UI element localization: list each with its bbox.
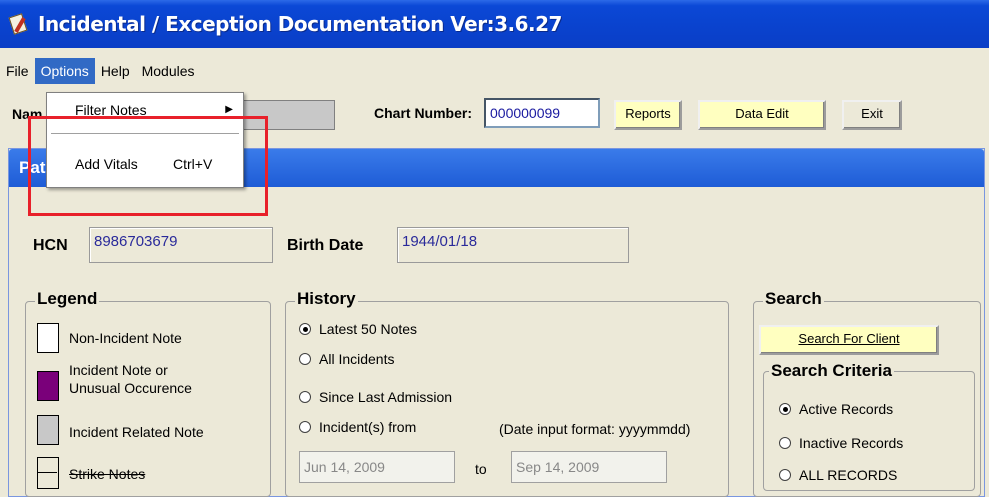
from-date-input[interactable] [299, 451, 455, 483]
radio-icon [779, 437, 791, 449]
filter-notes-label: Filter Notes [75, 102, 147, 118]
options-dropdown-menu: Filter Notes ▶ Add Vitals Ctrl+V [46, 92, 244, 188]
title-bar: Incidental / Exception Documentation Ver… [0, 0, 989, 48]
data-edit-button[interactable]: Data Edit [698, 100, 826, 130]
reports-button[interactable]: Reports [614, 100, 682, 130]
legend-swatch-non-incident [37, 323, 59, 353]
radio-icon [299, 353, 311, 365]
criteria-label: Inactive Records [799, 435, 904, 451]
menu-modules[interactable]: Modules [136, 58, 201, 84]
radio-icon [299, 421, 311, 433]
submenu-arrow-icon: ▶ [225, 104, 233, 115]
history-option-label: Latest 50 Notes [319, 321, 418, 337]
radio-checked-icon [299, 323, 311, 335]
history-option-label: All Incidents [319, 351, 395, 367]
menu-help[interactable]: Help [95, 58, 136, 84]
legend-swatch-incident-related [37, 415, 59, 445]
add-vitals-shortcut: Ctrl+V [173, 156, 213, 172]
notepad-icon [8, 13, 30, 35]
hcn-field[interactable]: 8986703679 [89, 227, 273, 263]
radio-icon [779, 469, 791, 481]
legend-swatch-incident [37, 371, 59, 401]
birth-date-label: Birth Date [287, 237, 364, 254]
menu-options[interactable]: Options [34, 58, 95, 84]
to-date-input[interactable] [511, 451, 667, 483]
legend-label-incident-related: Incident Related Note [69, 424, 204, 440]
criteria-active-records[interactable]: Active Records [779, 401, 893, 417]
search-title: Search [763, 289, 824, 309]
history-option-label: Incident(s) from [319, 419, 417, 435]
menu-item-filter-notes[interactable]: Filter Notes ▶ [47, 97, 243, 123]
birth-date-field[interactable]: 1944/01/18 [397, 227, 629, 263]
history-option-incidents-from[interactable]: Incident(s) from [299, 419, 416, 435]
legend-label-strike: Strike Notes [69, 466, 146, 482]
name-label: Nam [12, 106, 43, 122]
criteria-label: ALL RECORDS [799, 467, 898, 483]
history-title: History [295, 289, 358, 309]
menu-separator [51, 133, 239, 135]
to-label: to [475, 461, 487, 477]
criteria-inactive-records[interactable]: Inactive Records [779, 435, 903, 451]
search-criteria-title: Search Criteria [769, 361, 894, 381]
date-format-hint: (Date input format: yyyymmdd) [499, 421, 691, 437]
chart-number-input[interactable] [484, 98, 600, 128]
search-for-client-button[interactable]: Search For Client [759, 325, 939, 355]
criteria-label: Active Records [799, 401, 894, 417]
add-vitals-label: Add Vitals [75, 156, 138, 172]
menu-item-add-vitals[interactable]: Add Vitals Ctrl+V [47, 151, 243, 177]
criteria-all-records[interactable]: ALL RECORDS [779, 467, 897, 483]
legend-label-non-incident: Non-Incident Note [69, 330, 182, 346]
legend-title: Legend [35, 289, 100, 309]
window-title: Incidental / Exception Documentation Ver… [38, 12, 562, 36]
legend-label-incident: Incident Note or Unusual Occurence [69, 362, 192, 396]
menu-file[interactable]: File [0, 58, 35, 84]
history-option-label: Since Last Admission [319, 389, 453, 405]
hcn-label: HCN [33, 237, 68, 254]
radio-checked-icon [779, 403, 791, 415]
patient-selection-panel: Patient Selection HCN 8986703679 Birth D… [8, 148, 985, 497]
exit-button[interactable]: Exit [842, 100, 902, 130]
chart-number-label: Chart Number: [374, 105, 473, 121]
legend-swatch-strike [37, 457, 59, 489]
menu-bar: File Options Help Modules [0, 56, 989, 86]
history-option-all-incidents[interactable]: All Incidents [299, 351, 394, 367]
history-option-since-admission[interactable]: Since Last Admission [299, 389, 452, 405]
radio-icon [299, 391, 311, 403]
history-option-latest-50[interactable]: Latest 50 Notes [299, 321, 417, 337]
